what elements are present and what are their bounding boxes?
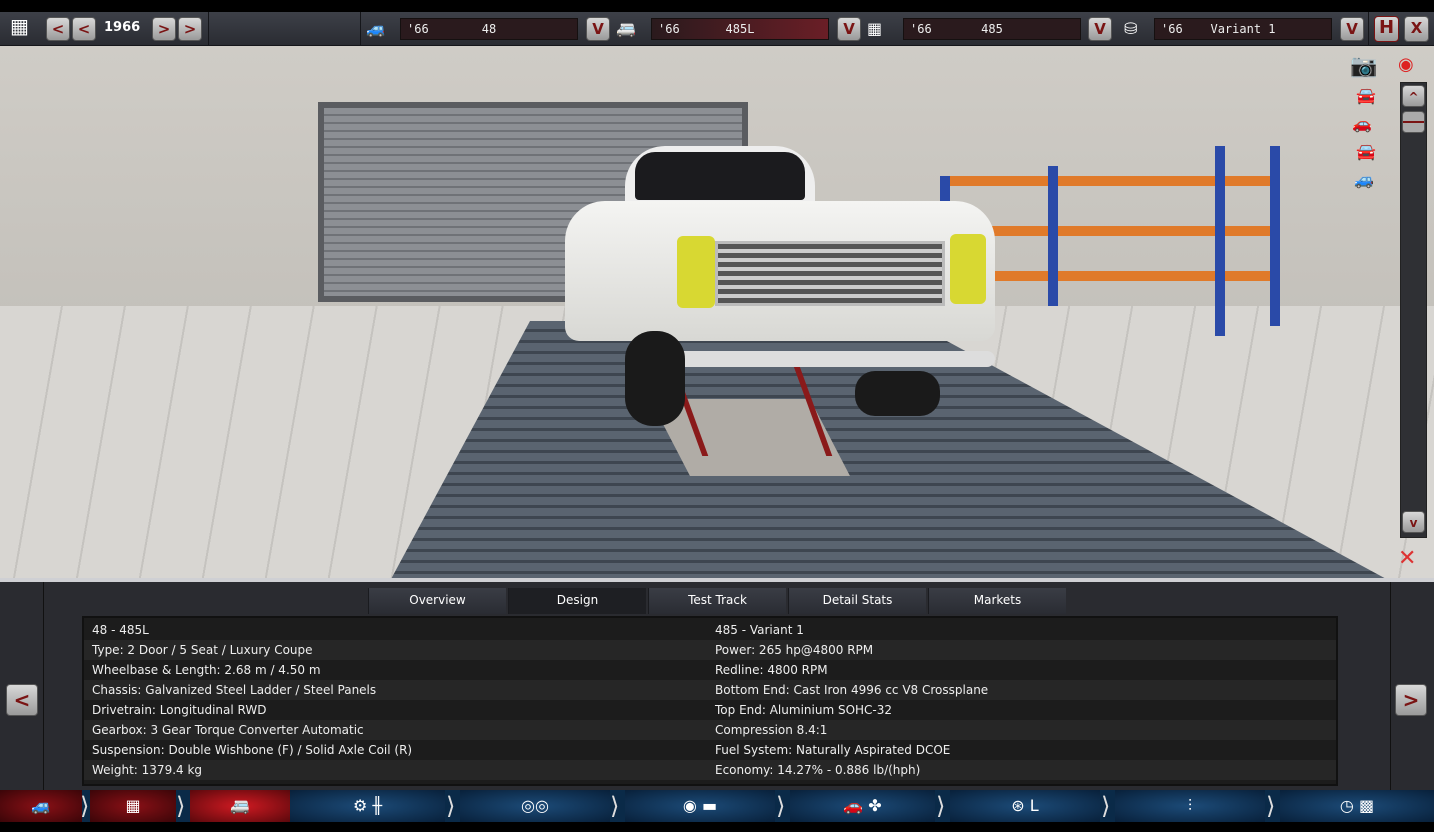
divider [1368, 12, 1369, 46]
nav-interior[interactable]: ⊛ L [950, 790, 1100, 822]
chevron-right-icon: ⟩ [1101, 792, 1111, 820]
hide-ui-icon[interactable]: ✕ [1398, 546, 1416, 571]
top-end: Top End: Aluminium SOHC-32 [715, 703, 893, 717]
car-model[interactable] [565, 146, 995, 426]
nav-drivetrain[interactable]: ⚙ ╫ [290, 790, 445, 822]
tab-markets[interactable]: Markets [928, 588, 1066, 614]
tab-overview[interactable]: Overview [368, 588, 506, 614]
camera-icon[interactable]: 📷 [1350, 54, 1377, 79]
info-panel: Overview Design Test Track Detail Stats … [0, 578, 1434, 794]
stats-row: Gearbox: 3 Gear Torque Converter Automat… [84, 720, 1336, 740]
nav-body-trim[interactable]: 🚐 [190, 790, 290, 822]
chevron-right-icon: ⟩ [936, 792, 946, 820]
nav-car-model[interactable]: 🚙 [0, 790, 82, 822]
engine-redline: Redline: 4800 RPM [715, 663, 828, 677]
compression: Compression 8.4:1 [715, 723, 828, 737]
car-model-dropdown-button[interactable]: V [586, 17, 610, 41]
stats-row: Chassis: Galvanized Steel Ladder / Steel… [84, 680, 1336, 700]
chevron-right-icon: ⟩ [176, 792, 186, 820]
year-back-fast-button[interactable]: < [46, 17, 70, 41]
rear-view-icon[interactable]: 🚘 [1356, 142, 1376, 161]
engine-name: 485 - Variant 1 [715, 623, 804, 637]
year-display: 1966 [104, 20, 141, 35]
variant-name: Variant 1 [1210, 22, 1276, 36]
chassis: Chassis: Galvanized Steel Ladder / Steel… [92, 683, 377, 697]
gearbox: Gearbox: 3 Gear Torque Converter Automat… [92, 723, 364, 737]
eye-icon[interactable]: ◉ [1398, 54, 1414, 75]
weight: Weight: 1379.4 kg [92, 763, 203, 777]
fuel-system: Fuel System: Naturally Aspirated DCOE [715, 743, 951, 757]
side-view-icon[interactable]: 🚗 [1352, 114, 1372, 133]
front-view-icon[interactable]: 🚘 [1356, 86, 1376, 105]
engine-variant-dropdown-button[interactable]: V [1340, 17, 1364, 41]
stats-row: Type: 2 Door / 5 Seat / Luxury Coupe Powe… [84, 640, 1336, 660]
divider [208, 12, 209, 46]
stats-table: 48 - 485L 485 - Variant 1 Type: 2 Door / … [82, 616, 1338, 786]
chevron-right-icon: ⟩ [1266, 792, 1276, 820]
stats-row: Suspension: Double Wishbone (F) / Solid … [84, 740, 1336, 760]
engine-variant-icon: ⛁ [1124, 19, 1138, 38]
nav-aero[interactable]: 🚗 ✤ [790, 790, 935, 822]
scroll-down-button[interactable]: v [1402, 511, 1425, 533]
scroll-thumb[interactable] [1402, 111, 1425, 133]
wheelbase-length: Wheelbase & Length: 2.68 m / 4.50 m [92, 663, 321, 677]
close-button[interactable]: X [1404, 16, 1429, 42]
tab-test-track[interactable]: Test Track [648, 588, 786, 614]
engine-family-select[interactable]: '66 485 [903, 18, 1081, 40]
stats-row: Drivetrain: Longitudinal RWD Top End: Alu… [84, 700, 1336, 720]
model-name: 48 [481, 22, 497, 36]
scroll-up-button[interactable]: ^ [1402, 85, 1425, 107]
engine-family-dropdown-button[interactable]: V [1088, 17, 1112, 41]
engine-variant-select[interactable]: '66 Variant 1 [1154, 18, 1332, 40]
economy: Economy: 14.27% - 0.886 lb/(hph) [715, 763, 921, 777]
bottom-nav: 🚙 ▦ 🚐 ⚙ ╫ ◎◎ ◉ ▬ 🚗 ✤ ⊛ L ⫶ ◷ ▩ ⟩ ⟩ ⟩ ⟩ ⟩… [0, 790, 1434, 822]
chevron-right-icon: ⟩ [776, 792, 786, 820]
car-trim-select[interactable]: '66 485L [651, 18, 829, 40]
nav-suspension[interactable]: ⫶ [1115, 790, 1265, 822]
year-back-button[interactable]: < [72, 17, 96, 41]
nav-engine[interactable]: ▦ [90, 790, 176, 822]
panel-next-button[interactable]: > [1395, 684, 1427, 716]
save-button[interactable]: H [1374, 16, 1399, 42]
tab-detail-stats[interactable]: Detail Stats [788, 588, 926, 614]
divider [360, 12, 361, 46]
year-forward-fast-button[interactable]: > [178, 17, 202, 41]
stats-row: Wheelbase & Length: 2.68 m / 4.50 m Redli… [84, 660, 1336, 680]
stats-row: Weight: 1379.4 kg Economy: 14.27% - 0.886… [84, 760, 1336, 780]
chevron-right-icon: ⟩ [610, 792, 620, 820]
camera-zoom-scrollbar[interactable]: ^ v [1400, 82, 1427, 538]
calendar-icon[interactable]: ▦ [10, 16, 29, 36]
drivetrain: Drivetrain: Longitudinal RWD [92, 703, 267, 717]
chevron-right-icon: ⟩ [80, 792, 90, 820]
car-name: 48 - 485L [92, 623, 149, 637]
tab-design[interactable]: Design [508, 588, 646, 614]
bottom-end: Bottom End: Cast Iron 4996 cc V8 Crosspl… [715, 683, 989, 697]
stats-row: 48 - 485L 485 - Variant 1 [84, 620, 1336, 640]
engine-family-icon: ▦ [867, 19, 883, 38]
nav-wheels[interactable]: ◎◎ [460, 790, 610, 822]
perspective-view-icon[interactable]: 🚙 [1354, 170, 1374, 189]
car-type: Type: 2 Door / 5 Seat / Luxury Coupe [92, 643, 313, 657]
panel-prev-button[interactable]: < [6, 684, 38, 716]
engine-name: 485 [981, 22, 1003, 36]
nav-test-drive[interactable]: ◷ ▩ [1280, 790, 1434, 822]
garage-3d-view[interactable]: 📷 ◉ 🚘 🚗 🚘 🚙 ^ v ✕ [0, 46, 1434, 578]
trim-name: 485L [725, 22, 755, 36]
engine-power: Power: 265 hp@4800 RPM [715, 643, 874, 657]
car-trim-icon: 🚐 [616, 19, 636, 38]
chevron-right-icon: ⟩ [446, 792, 456, 820]
car-trim-dropdown-button[interactable]: V [837, 17, 861, 41]
year-forward-button[interactable]: > [152, 17, 176, 41]
top-bar: ▦ < < 1966 > > 🚙 '66 48 V 🚐 '66 485L V ▦ '… [0, 12, 1434, 46]
car-model-select[interactable]: '66 48 [400, 18, 578, 40]
suspension: Suspension: Double Wishbone (F) / Solid … [92, 743, 413, 757]
car-model-icon: 🚙 [366, 19, 386, 38]
nav-brakes[interactable]: ◉ ▬ [625, 790, 775, 822]
